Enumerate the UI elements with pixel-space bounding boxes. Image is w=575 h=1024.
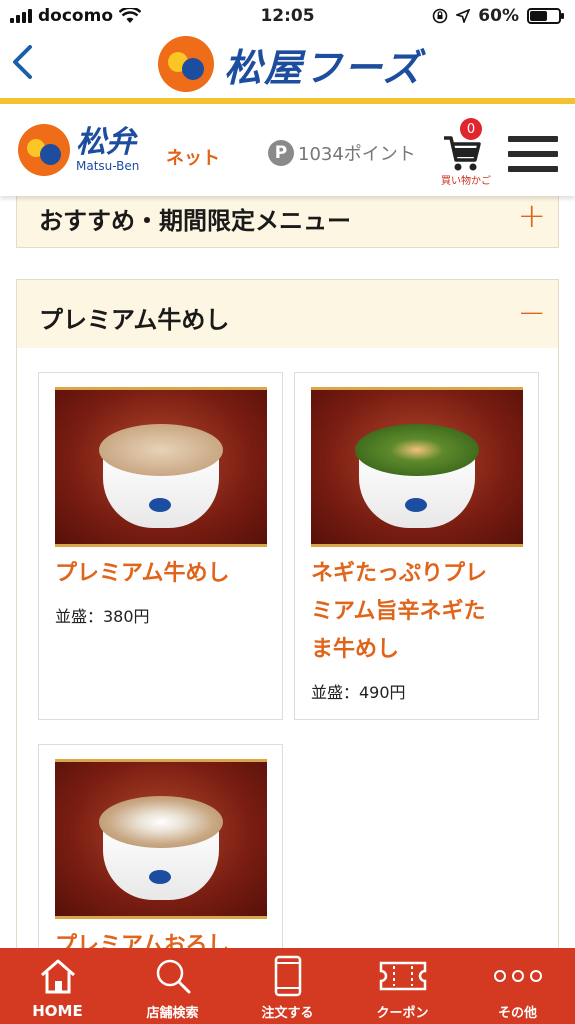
collapse-icon[interactable]: − xyxy=(518,296,547,330)
product-name-line[interactable]: ミアム旨辛ネギた xyxy=(311,593,526,631)
product-image xyxy=(311,387,523,547)
product-card[interactable]: ネギたっぷりプレ ミアム旨辛ネギた ま牛めし 並盛：490円 xyxy=(294,372,539,720)
section-premium-gyumeshi[interactable]: プレミアム牛めし − xyxy=(16,279,559,349)
orientation-lock-icon xyxy=(432,8,448,24)
nav-label: 注文する xyxy=(261,1006,314,1021)
status-right: 60% xyxy=(432,6,564,26)
bottom-nav: HOME 店舗検索 注文する クーポン その他 xyxy=(0,948,575,1024)
more-icon xyxy=(493,970,542,982)
matsuben-romaji: Matsu-Ben xyxy=(76,159,140,173)
points-value: 1034ポイント xyxy=(298,144,416,165)
brand-name: 松屋フーズ xyxy=(224,45,423,90)
nav-label: クーポン xyxy=(376,1006,429,1021)
section-title: おすすめ・期間限定メニュー xyxy=(39,207,351,235)
cart-label: 買い物かご xyxy=(441,176,491,187)
menu-bar-icon xyxy=(508,151,558,157)
product-price: 並盛：490円 xyxy=(311,683,406,702)
points-display[interactable]: P 1034ポイント xyxy=(268,140,416,166)
product-name-line[interactable]: ネギたっぷりプレ xyxy=(311,555,526,593)
section-title: プレミアム牛めし xyxy=(39,306,230,334)
section-body: プレミアム牛めし 並盛：380円 ネギたっぷりプレ ミアム旨辛ネギた ま牛めし … xyxy=(16,348,559,1004)
nav-more[interactable]: その他 xyxy=(460,948,575,1024)
phone-icon xyxy=(274,955,301,997)
location-icon xyxy=(456,9,471,23)
nav-coupon[interactable]: クーポン xyxy=(345,948,460,1024)
menu-bar-icon xyxy=(508,136,558,142)
nav-label: HOME xyxy=(32,1002,83,1020)
points-icon: P xyxy=(268,140,294,166)
nav-store-search[interactable]: 店舗検索 xyxy=(115,948,230,1024)
cart-count-badge: 0 xyxy=(460,118,482,140)
product-card[interactable]: プレミアム牛めし 並盛：380円 xyxy=(38,372,283,720)
status-bar: docomo 12:05 60% xyxy=(0,0,575,32)
back-button[interactable] xyxy=(10,44,40,84)
brand-logo: 松屋フーズ xyxy=(158,36,422,92)
battery-icon xyxy=(527,8,564,24)
top-header: 松屋フーズ xyxy=(0,32,575,98)
matsuben-logo[interactable]: 松弁 Matsu-Ben xyxy=(18,124,139,176)
matsuben-kanji: 松弁 xyxy=(76,125,136,160)
ticket-icon xyxy=(379,961,426,991)
home-icon xyxy=(40,959,75,994)
battery-percent: 60% xyxy=(478,6,519,26)
product-image xyxy=(55,387,267,547)
product-name-line[interactable]: ま牛めし xyxy=(311,631,526,669)
nav-label: 店舗検索 xyxy=(146,1006,199,1021)
nav-home[interactable]: HOME xyxy=(0,948,115,1024)
chevron-left-icon xyxy=(13,45,32,79)
matsuben-net-label: ネット xyxy=(166,148,220,169)
search-icon xyxy=(156,959,190,994)
menu-bar-icon xyxy=(508,166,558,172)
product-image xyxy=(55,759,267,919)
matsuya-logo-icon xyxy=(158,36,214,92)
menu-button[interactable] xyxy=(508,136,558,174)
matsuben-logo-icon xyxy=(18,124,70,176)
sub-header: 松弁 Matsu-Ben ネット P 1034ポイント 0 買い物かご xyxy=(0,104,575,196)
expand-icon[interactable]: + xyxy=(518,199,547,233)
cart-button[interactable]: 0 買い物かご xyxy=(436,118,496,188)
nav-label: その他 xyxy=(497,1006,537,1021)
product-price: 並盛：380円 xyxy=(55,607,150,626)
nav-order[interactable]: 注文する xyxy=(230,948,345,1024)
product-name[interactable]: プレミアム牛めし xyxy=(55,555,270,593)
